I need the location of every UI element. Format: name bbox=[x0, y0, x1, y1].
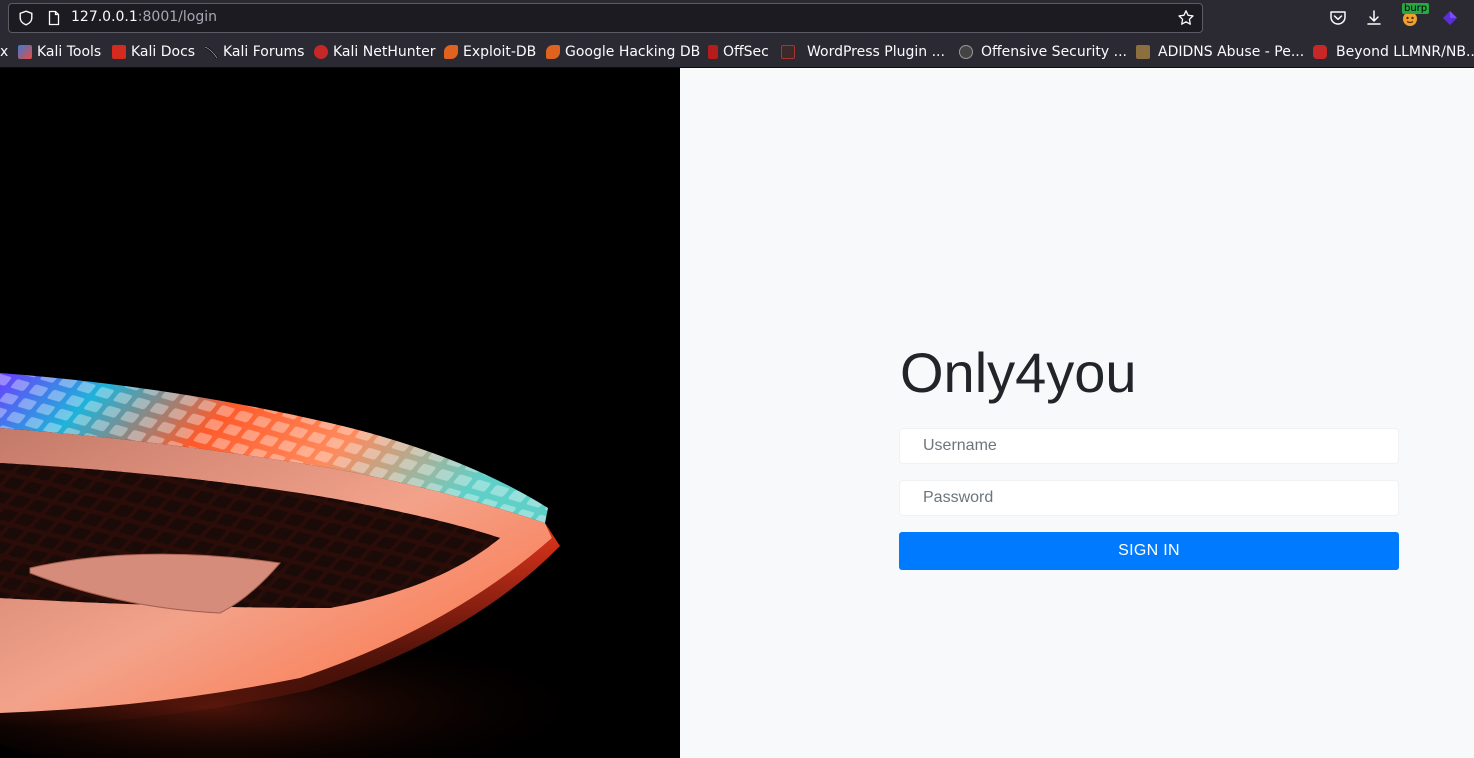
bookmark-beyond-llmnr[interactable]: Beyond LLMNR/NB... bbox=[1313, 43, 1474, 61]
bookmark-kali-docs[interactable]: Kali Docs bbox=[112, 43, 195, 61]
bookmarks-toolbar: x Kali Tools Kali Docs Kali Forums Kali … bbox=[0, 36, 1474, 68]
bookmark-label: Kali Forums bbox=[223, 44, 305, 60]
bookmark-label: Google Hacking DB bbox=[565, 44, 701, 60]
bookmark-offensive-security[interactable]: Offensive Security ... bbox=[959, 43, 1127, 61]
shield-icon[interactable] bbox=[18, 10, 34, 26]
kali-forums-icon bbox=[204, 45, 218, 59]
burp-extension-icon[interactable]: burp bbox=[1400, 3, 1430, 28]
burp-badge: burp bbox=[1402, 3, 1430, 14]
login-form: Only4you SIGN IN bbox=[899, 338, 1399, 570]
url-path: :8001/login bbox=[137, 9, 217, 25]
kali-tools-icon bbox=[18, 45, 32, 59]
exploit-db-icon bbox=[444, 45, 458, 59]
beyond-llmnr-icon bbox=[1313, 45, 1327, 59]
bookmark-label: Beyond LLMNR/NB... bbox=[1336, 44, 1474, 60]
bookmark-google-hacking-db[interactable]: Google Hacking DB bbox=[546, 43, 700, 61]
page-info-icon[interactable] bbox=[46, 10, 62, 26]
bookmark-overflow[interactable]: x bbox=[0, 43, 8, 61]
hero-laptop-image bbox=[0, 68, 680, 758]
bookmark-label: Exploit-DB bbox=[463, 44, 537, 60]
bookmark-label: Kali NetHunter bbox=[333, 44, 436, 60]
kali-docs-icon bbox=[112, 45, 126, 59]
bookmark-label: OffSec bbox=[723, 44, 769, 60]
wordpress-plugin-icon bbox=[781, 45, 795, 59]
bookmark-label: Kali Tools bbox=[37, 44, 102, 60]
bookmark-kali-forums[interactable]: Kali Forums bbox=[204, 43, 304, 61]
kali-nethunter-icon bbox=[314, 45, 328, 59]
url-text[interactable]: 127.0.0.1:8001/login bbox=[71, 9, 217, 25]
browser-toolbar: 127.0.0.1:8001/login burp bbox=[0, 0, 1474, 36]
bookmark-wordpress-plugin[interactable]: WordPress Plugin ... bbox=[781, 43, 945, 61]
sign-in-button[interactable]: SIGN IN bbox=[899, 532, 1399, 570]
page-title: Only4you bbox=[900, 341, 1137, 404]
pocket-icon[interactable] bbox=[1328, 8, 1348, 28]
bookmark-label: WordPress Plugin ... bbox=[807, 44, 945, 60]
password-input[interactable] bbox=[899, 480, 1399, 516]
bookmark-label: x bbox=[0, 44, 9, 60]
offensive-security-icon bbox=[959, 45, 973, 59]
offsec-icon bbox=[708, 45, 718, 59]
url-host: 127.0.0.1 bbox=[71, 9, 138, 25]
bookmark-star-icon[interactable] bbox=[1177, 9, 1195, 27]
bookmark-kali-tools[interactable]: Kali Tools bbox=[18, 43, 101, 61]
ghdb-icon bbox=[546, 45, 560, 59]
bookmark-adidns-abuse[interactable]: ADIDNS Abuse - Pe... bbox=[1136, 43, 1304, 61]
bookmark-label: Offensive Security ... bbox=[981, 44, 1127, 60]
adidns-icon bbox=[1136, 45, 1150, 59]
username-input[interactable] bbox=[899, 428, 1399, 464]
bookmark-kali-nethunter[interactable]: Kali NetHunter bbox=[314, 43, 435, 61]
extension-icon[interactable] bbox=[1440, 8, 1460, 28]
laptop-illustration bbox=[0, 68, 680, 758]
bookmark-label: Kali Docs bbox=[131, 44, 196, 60]
bookmark-offsec[interactable]: OffSec bbox=[708, 43, 769, 61]
bookmark-exploit-db[interactable]: Exploit-DB bbox=[444, 43, 536, 61]
bookmark-label: ADIDNS Abuse - Pe... bbox=[1158, 44, 1305, 60]
download-icon[interactable] bbox=[1364, 8, 1384, 28]
page-content: Only4you SIGN IN bbox=[0, 68, 1474, 758]
address-bar[interactable]: 127.0.0.1:8001/login bbox=[8, 3, 1203, 33]
